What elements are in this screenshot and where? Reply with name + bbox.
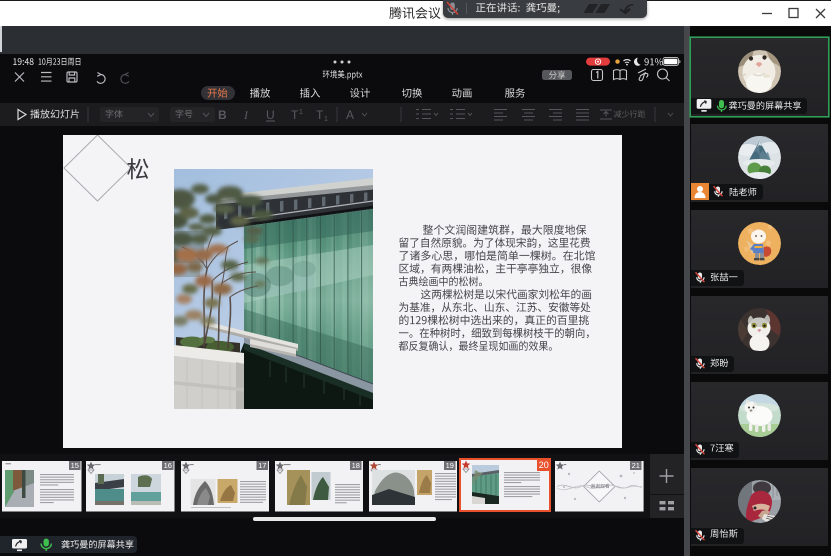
svg-text:17: 17 [258, 461, 266, 470]
svg-text:21: 21 [632, 461, 640, 470]
svg-text:B: B [218, 108, 227, 122]
svg-text:16: 16 [164, 461, 172, 470]
svg-text:U: U [266, 108, 275, 122]
svg-text:A: A [346, 108, 354, 122]
svg-text:19: 19 [446, 461, 454, 470]
svg-text:T: T [316, 108, 324, 122]
svg-text:T: T [291, 108, 299, 122]
svg-text:18: 18 [351, 461, 359, 470]
svg-text:15: 15 [71, 461, 79, 470]
svg-text:1: 1 [324, 116, 328, 123]
svg-text:1: 1 [299, 109, 303, 116]
svg-text:I: I [243, 108, 249, 122]
